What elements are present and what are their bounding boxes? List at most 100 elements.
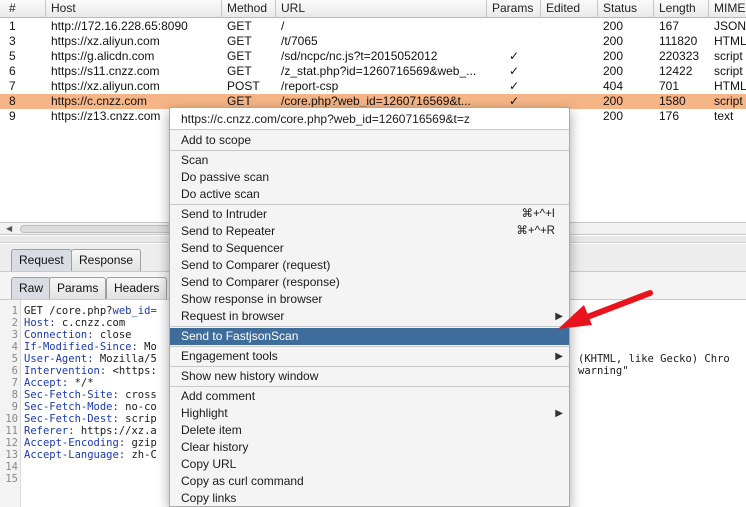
menu-item-label: Copy links (181, 491, 237, 505)
line-number: 10 (5, 413, 18, 425)
menu-item-clear-history[interactable]: Clear history (170, 439, 569, 456)
menu-item-add-comment[interactable]: Add comment (170, 388, 569, 405)
header-value: gzip (125, 437, 157, 449)
menu-item-label: Copy URL (181, 457, 237, 471)
menu-item-copy-as-curl-command[interactable]: Copy as curl command (170, 473, 569, 490)
line-number: 6 (11, 365, 18, 377)
column-header-edited[interactable]: Edited (541, 0, 598, 18)
cell-number: 5 (9, 49, 16, 63)
menu-item-delete-item[interactable]: Delete item (170, 422, 569, 439)
line-number: 15 (5, 473, 18, 485)
menu-item-show-new-history-window[interactable]: Show new history window (170, 368, 569, 385)
scroll-left-icon[interactable]: ◀ (6, 224, 12, 233)
menu-item-send-to-intruder[interactable]: Send to Intruder ⌘+^+I (170, 206, 569, 223)
menu-item-label: Copy as curl command (181, 474, 304, 488)
menu-item-label: Show new history window (181, 369, 319, 383)
cell-params: ✓ (508, 79, 520, 93)
cell-mime: JSON (714, 19, 746, 33)
code-line: Accept: */* (24, 377, 94, 389)
column-header-status[interactable]: Status (598, 0, 654, 18)
code-line: Sec-Fetch-Mode: no-co (24, 401, 157, 413)
menu-item-send-to-sequencer[interactable]: Send to Sequencer (170, 240, 569, 257)
menu-item-label: Add comment (181, 389, 256, 403)
cell-length: 167 (659, 19, 680, 33)
header-value: */* (68, 377, 94, 389)
annotation-arrow-icon (558, 290, 653, 329)
header-name: Host: (24, 317, 56, 329)
line-number: 4 (11, 341, 18, 353)
cell-edited (541, 49, 598, 64)
header-value: no-co (118, 401, 157, 413)
menu-item-send-to-fastjsonscan[interactable]: Send to FastjsonScan (170, 328, 569, 345)
column-header-mime[interactable]: MIME t (709, 0, 746, 18)
header-name: Sec-Fetch-Site: (24, 389, 119, 401)
menu-item-scan[interactable]: Scan (170, 152, 569, 169)
line-number: 7 (11, 377, 18, 389)
menu-item-label: Send to FastjsonScan (181, 329, 299, 343)
menu-item-label: Scan (181, 153, 209, 167)
table-row[interactable]: 3 https://xz.aliyun.com GET/t/7065 200 11182… (0, 34, 746, 49)
line-number: 14 (5, 461, 18, 473)
menu-item-label: Request in browser (181, 309, 285, 323)
column-header-host[interactable]: Host (46, 0, 222, 18)
menu-item-do-active-scan[interactable]: Do active scan (170, 186, 569, 203)
header-value: zh-C (125, 449, 157, 461)
line-number: 11 (5, 425, 18, 437)
menu-item-engagement-tools[interactable]: Engagement tools ▶ (170, 348, 569, 365)
column-header-url[interactable]: URL (276, 0, 487, 18)
line-number: 2 (11, 317, 18, 329)
table-row[interactable]: 7 https://xz.aliyun.com POST/report-csp ✓ 40… (0, 79, 746, 94)
menu-separator (170, 204, 569, 205)
menu-item-label: Send to Repeater (181, 224, 276, 238)
table-header: # Host Method URL Params Edited Status L… (0, 0, 746, 18)
header-name: Sec-Fetch-Mode: (24, 401, 119, 413)
header-name: Intervention: (24, 365, 107, 377)
menu-item-send-to-comparer-request[interactable]: Send to Comparer (request) (170, 257, 569, 274)
tab-request[interactable]: Request (11, 249, 72, 271)
code-line: Host: c.cnzz.com (24, 317, 125, 329)
menu-item-send-to-comparer-response[interactable]: Send to Comparer (response) (170, 274, 569, 291)
header-value: Mozilla/5 (93, 353, 157, 365)
code-line: GET /core.php?web_id= (24, 305, 157, 317)
table-row[interactable]: 1 http://172.16.228.65:8090 GET / 200 167 JSON (0, 19, 746, 34)
code-line: If-Modified-Since: Mo (24, 341, 157, 353)
header-name: Referer: (24, 425, 75, 437)
cell-mime: text (714, 109, 734, 123)
cell-params (487, 34, 541, 49)
menu-item-label: Show response in browser (181, 292, 323, 306)
tab-headers[interactable]: Headers (106, 277, 168, 299)
context-menu: https://c.cnzz.com/core.php?web_id=12607… (169, 107, 570, 507)
menu-item-label: Add to scope (181, 133, 252, 147)
header-name: GET /core.php? (24, 305, 113, 317)
menu-item-do-passive-scan[interactable]: Do passive scan (170, 169, 569, 186)
column-header-length[interactable]: Length (654, 0, 709, 18)
submenu-arrow-icon: ▶ (555, 351, 563, 362)
header-value: close (93, 329, 132, 341)
menu-item-highlight[interactable]: Highlight ▶ (170, 405, 569, 422)
header-name: Accept-Encoding: (24, 437, 126, 449)
cell-length: 701 (659, 79, 680, 93)
menu-item-send-to-repeater[interactable]: Send to Repeater ⌘+^+R (170, 223, 569, 240)
menu-item-label: Engagement tools (181, 349, 278, 363)
column-header-params[interactable]: Params (487, 0, 541, 18)
menu-item-copy-url[interactable]: Copy URL (170, 456, 569, 473)
menu-item-show-response-in-browser[interactable]: Show response in browser (170, 291, 569, 308)
table-row[interactable]: 6 https://s11.cnzz.com GET/z_stat.php?id=1… (0, 64, 746, 79)
menu-item-copy-links[interactable]: Copy links (170, 490, 569, 506)
code-line: Referer: https://xz.a (24, 425, 157, 437)
menu-item-request-in-browser[interactable]: Request in browser ▶ (170, 308, 569, 325)
cell-mime: script (714, 94, 743, 108)
menu-item-label: Do passive scan (181, 170, 270, 184)
cell-edited (541, 34, 598, 49)
cell-host: http://172.16.228.65:8090 (51, 19, 188, 33)
table-row[interactable]: 5 https://g.alicdn.com GET/sd/ncpc/nc.js?t… (0, 49, 746, 64)
tab-raw[interactable]: Raw (11, 277, 52, 299)
tab-params[interactable]: Params (49, 277, 107, 299)
cell-host: https://xz.aliyun.com (51, 79, 160, 93)
menu-item-add-to-scope[interactable]: Add to scope (170, 132, 569, 149)
menu-separator (170, 366, 569, 367)
column-header-number[interactable]: # (4, 0, 46, 18)
header-value: scrip (118, 413, 157, 425)
column-header-method[interactable]: Method (222, 0, 276, 18)
tab-response[interactable]: Response (71, 249, 142, 271)
